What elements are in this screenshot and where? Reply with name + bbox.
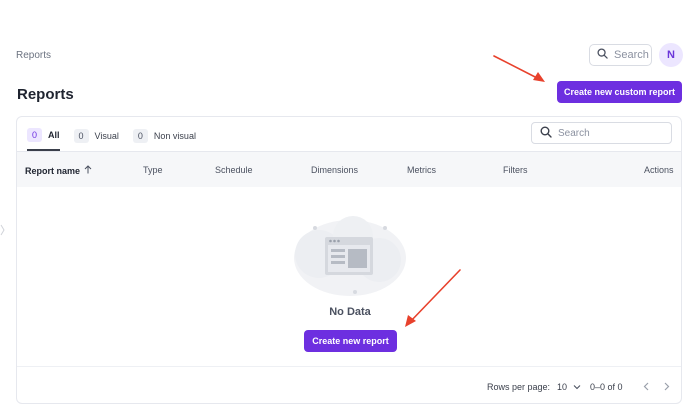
avatar[interactable]: N — [659, 43, 683, 67]
chevron-down-icon — [573, 382, 581, 392]
column-schedule: Schedule — [215, 165, 253, 175]
reports-card: 0 All 0 Visual 0 Non visual Search Repor… — [16, 116, 682, 404]
create-custom-report-button[interactable]: Create new custom report — [557, 81, 682, 103]
table-pagination: Rows per page: 10 0–0 of 0 — [17, 366, 681, 403]
tab-non-visual[interactable]: 0 Non visual — [132, 128, 196, 151]
tab-count: 0 — [132, 129, 148, 143]
rows-per-page-label: Rows per page: — [487, 382, 551, 392]
pagination-range: 0–0 of 0 — [590, 382, 623, 392]
breadcrumb-reports[interactable]: Reports — [16, 50, 51, 61]
breadcrumb[interactable]: Reports — [16, 50, 51, 61]
rows-per-page-select[interactable]: 10 — [557, 382, 581, 392]
sort-up-icon[interactable] — [84, 165, 92, 176]
report-tabs: 0 All 0 Visual 0 Non visual — [27, 128, 196, 151]
column-metrics: Metrics — [407, 165, 436, 175]
rows-per-page-value: 10 — [557, 382, 568, 392]
column-report-name[interactable]: Report name — [25, 165, 92, 176]
search-icon — [597, 48, 608, 62]
tab-label: Non visual — [153, 131, 196, 141]
empty-report-illustration — [294, 216, 406, 296]
column-type: Type — [143, 165, 163, 175]
create-report-button[interactable]: Create new report — [304, 330, 397, 352]
column-filters: Filters — [503, 165, 528, 175]
annotation-arrowhead-top — [533, 72, 545, 82]
column-label: Report name — [25, 165, 81, 176]
no-data-title: No Data — [329, 306, 371, 318]
tab-label: Visual — [94, 131, 119, 141]
tab-count: 0 — [73, 129, 89, 143]
empty-state: No Data Create new report — [17, 187, 681, 367]
report-search-input[interactable]: Search — [531, 122, 672, 144]
chevron-right-icon[interactable] — [659, 378, 675, 394]
table-header: Report name Type Schedule Dimensions Met… — [17, 151, 681, 187]
global-search-placeholder: Search — [614, 49, 649, 61]
tab-label: All — [48, 130, 60, 140]
avatar-initial: N — [667, 49, 675, 61]
page-title: Reports — [17, 86, 74, 103]
annotation-arrow-top — [493, 55, 542, 81]
chevron-left-icon[interactable] — [638, 378, 654, 394]
tab-all[interactable]: 0 All — [27, 128, 60, 151]
tab-count: 0 — [27, 128, 43, 142]
search-icon — [540, 126, 552, 141]
collapsed-sidebar-handle[interactable] — [0, 224, 6, 240]
global-search-input[interactable]: Search — [589, 44, 652, 66]
tab-visual[interactable]: 0 Visual — [73, 128, 119, 151]
report-search-placeholder: Search — [558, 127, 590, 139]
column-actions: Actions — [644, 165, 674, 175]
column-dimensions: Dimensions — [311, 165, 359, 175]
